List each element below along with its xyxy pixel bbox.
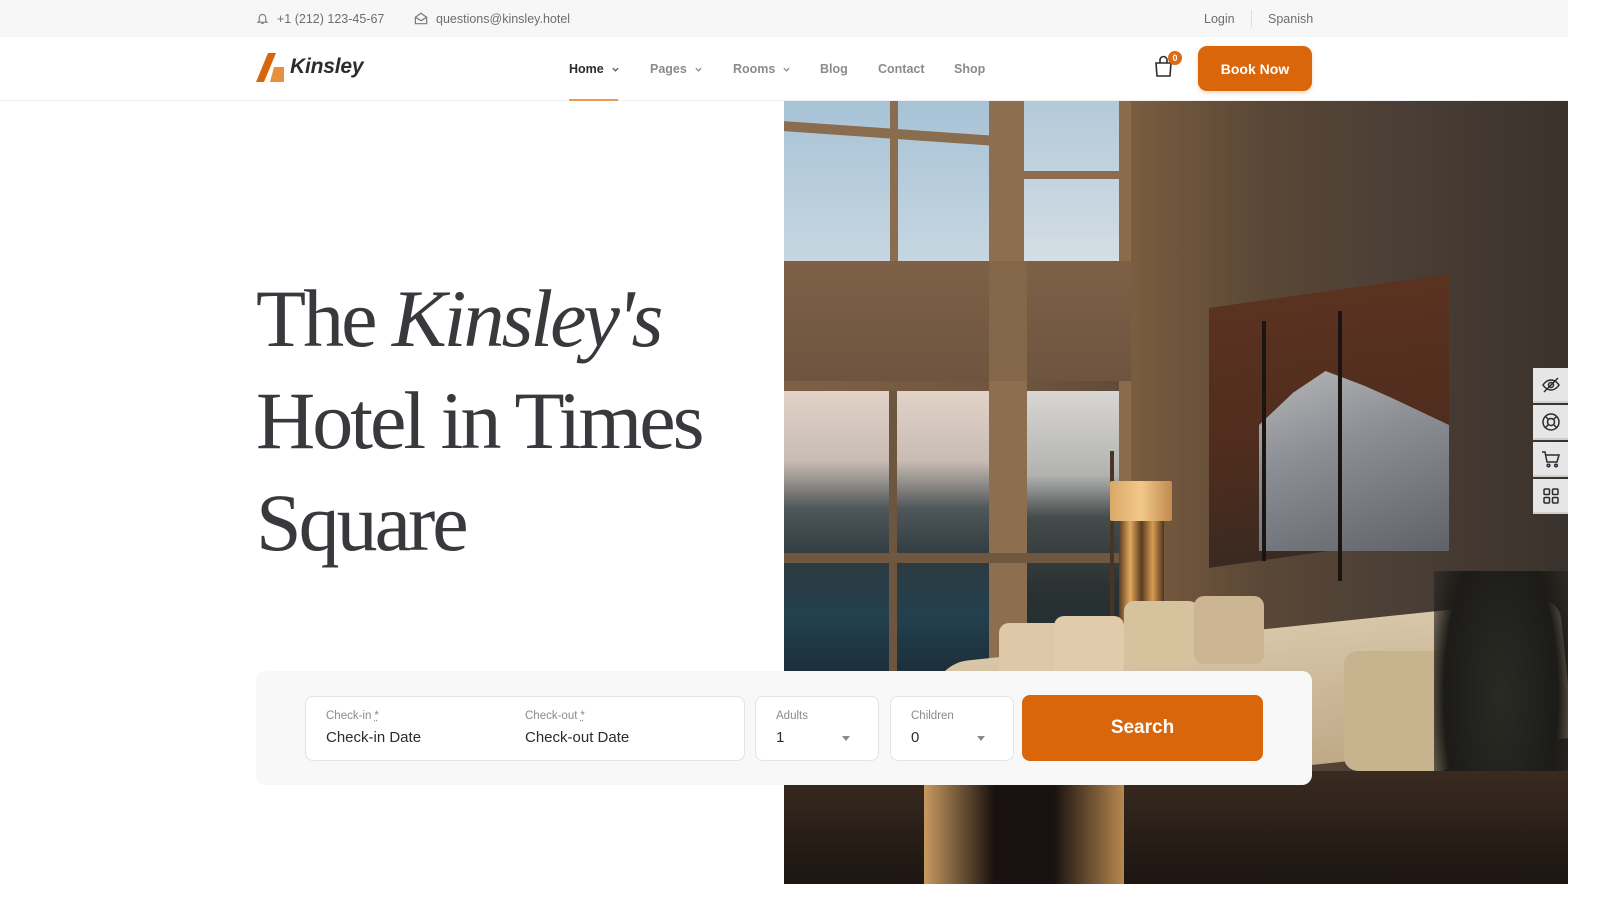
lifebuoy-icon: [1541, 412, 1560, 431]
nav-pages[interactable]: Pages: [650, 37, 703, 101]
nav-pages-label: Pages: [650, 62, 687, 76]
envelope-open-icon: [414, 12, 428, 25]
checkin-value: Check-in Date: [326, 729, 422, 746]
required-mark: *: [580, 710, 585, 722]
hero-title-prefix: The: [256, 273, 377, 364]
logo-mark-icon: [256, 53, 284, 82]
language-selector[interactable]: Spanish: [1268, 0, 1313, 37]
buy-button[interactable]: [1533, 442, 1568, 477]
demos-button[interactable]: [1533, 479, 1568, 514]
nav-home-label: Home: [569, 62, 604, 76]
book-now-button[interactable]: Book Now: [1198, 46, 1312, 91]
nav-shop-label: Shop: [954, 62, 986, 76]
nav-home[interactable]: Home: [569, 37, 620, 101]
chevron-down-icon: [612, 67, 619, 72]
booking-form: Check-in * Check-in Date Check-out * Check…: [256, 671, 1312, 785]
cart-count-badge: 0: [1168, 51, 1182, 65]
children-label: Children: [911, 710, 954, 722]
phone-number: +1 (212) 123-45-67: [277, 11, 385, 26]
support-button[interactable]: [1533, 405, 1568, 440]
hero-title: The Kinsley's Hotel in Times Square: [256, 268, 705, 574]
grid-icon: [1542, 487, 1559, 504]
hero-title-line-3: Square: [256, 477, 469, 568]
active-nav-indicator: [569, 99, 618, 101]
date-range-field[interactable]: Check-in * Check-in Date Check-out * Check…: [305, 696, 745, 761]
cart-icon: [1541, 450, 1560, 468]
nav-contact-label: Contact: [878, 62, 925, 76]
adults-select[interactable]: Adults 1: [755, 696, 879, 761]
checkin-field[interactable]: Check-in * Check-in Date: [326, 710, 421, 746]
email-address: questions@kinsley.hotel: [436, 11, 571, 26]
hero-title-line-2: Hotel in Times: [256, 375, 705, 466]
email-contact[interactable]: questions@kinsley.hotel: [414, 0, 570, 37]
logo-text: Kinsley: [290, 55, 364, 78]
side-toolbar: [1533, 368, 1568, 516]
checkout-field[interactable]: Check-out * Check-out Date: [525, 710, 629, 746]
top-bar: +1 (212) 123-45-67 questions@kinsley.hot…: [0, 0, 1568, 37]
checkin-label: Check-in *: [326, 710, 379, 722]
nav-contact[interactable]: Contact: [878, 37, 925, 101]
main-header: Kinsley Home Pages Rooms Blog Contact Sh…: [0, 37, 1568, 101]
nav-rooms-label: Rooms: [733, 62, 776, 76]
logo[interactable]: Kinsley: [256, 51, 364, 83]
bell-icon: [256, 13, 269, 24]
chevron-down-icon: [783, 67, 791, 72]
eye-off-icon: [1541, 376, 1560, 393]
checkout-value: Check-out Date: [525, 729, 630, 746]
nav-shop[interactable]: Shop: [954, 37, 985, 101]
adults-label: Adults: [776, 710, 808, 722]
nav-blog-label: Blog: [820, 62, 848, 76]
caret-down-icon: [977, 736, 985, 741]
nav-blog[interactable]: Blog: [820, 37, 848, 101]
hide-button[interactable]: [1533, 368, 1568, 403]
caret-down-icon: [842, 736, 850, 741]
login-link[interactable]: Login: [1204, 0, 1235, 37]
nav-rooms[interactable]: Rooms: [733, 37, 791, 101]
topbar-divider: [1251, 10, 1252, 27]
chevron-down-icon: [695, 67, 702, 72]
required-mark: *: [374, 710, 379, 722]
phone-contact[interactable]: +1 (212) 123-45-67: [256, 0, 384, 37]
hero-title-italic: Kinsley's: [391, 273, 663, 364]
children-select[interactable]: Children 0: [890, 696, 1014, 761]
children-value: 0: [911, 729, 920, 746]
search-button[interactable]: Search: [1022, 695, 1263, 761]
checkout-label: Check-out *: [525, 710, 585, 722]
hero-title-line-1: The Kinsley's: [256, 268, 702, 370]
adults-value: 1: [776, 729, 785, 746]
